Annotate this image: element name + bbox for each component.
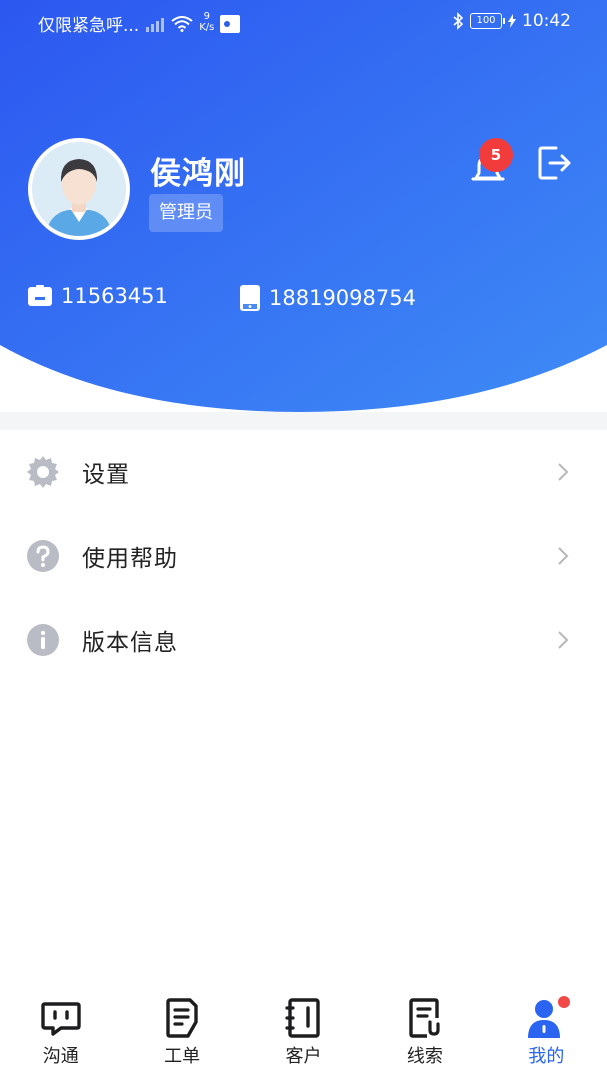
logout-icon — [538, 146, 571, 180]
id-card-icon — [28, 285, 52, 306]
battery-indicator: 100 — [470, 13, 505, 29]
signal-icon — [146, 17, 165, 32]
menu-item-version-info[interactable]: 版本信息 — [0, 598, 607, 682]
menu-label-settings: 设置 — [82, 462, 130, 488]
section-divider — [0, 412, 607, 430]
net-speed-value: 9 — [203, 10, 210, 22]
profile-page: 仅限紧急呼... 9 K/s 100 10:42 侯鸿刚 管理员 5 11563… — [0, 0, 607, 1080]
status-bar: 仅限紧急呼... 9 K/s 100 10:42 — [0, 0, 607, 44]
avatar[interactable] — [28, 138, 130, 240]
menu-item-settings[interactable]: 设置 — [0, 430, 607, 514]
ticket-icon — [166, 998, 198, 1038]
charging-icon — [508, 14, 516, 28]
app-notification-icon — [220, 14, 241, 33]
tab-chat[interactable]: 沟通 — [0, 988, 121, 1080]
user-name: 侯鸿刚 — [150, 156, 246, 192]
clock: 10:42 — [522, 11, 571, 31]
tab-label-leads: 线索 — [406, 1046, 443, 1067]
tab-label-ticket: 工单 — [164, 1046, 201, 1067]
gear-icon — [27, 456, 59, 488]
tab-customer[interactable]: 客户 — [243, 988, 364, 1080]
net-speed: 9 K/s — [199, 11, 214, 33]
chat-icon — [41, 1002, 81, 1036]
bottom-tab-bar: 沟通 工单 客户 线索 我的 — [0, 988, 607, 1080]
chevron-right-icon — [558, 547, 569, 565]
question-icon — [27, 540, 59, 572]
employee-id: 11563451 — [61, 284, 168, 308]
chevron-right-icon — [558, 631, 569, 649]
profile-notification-dot — [558, 996, 571, 1008]
tab-label-chat: 沟通 — [42, 1046, 79, 1067]
net-speed-unit: K/s — [199, 21, 215, 33]
chevron-right-icon — [558, 463, 569, 481]
tab-ticket[interactable]: 工单 — [121, 988, 242, 1080]
menu-label-help: 使用帮助 — [82, 546, 178, 572]
tab-label-customer: 客户 — [285, 1046, 322, 1067]
menu-label-version-info: 版本信息 — [82, 630, 178, 656]
wifi-icon — [171, 15, 193, 32]
settings-menu: 设置 使用帮助 版本信息 — [0, 430, 607, 682]
tab-label-profile: 我的 — [528, 1046, 565, 1067]
avatar-image — [32, 142, 126, 236]
lead-doc-icon — [409, 998, 440, 1038]
bluetooth-icon — [453, 12, 464, 30]
customer-book-icon — [284, 998, 320, 1038]
carrier-text: 仅限紧急呼... — [38, 16, 140, 36]
info-icon — [27, 624, 59, 656]
phone-number: 18819098754 — [269, 286, 416, 310]
tab-profile[interactable]: 我的 — [486, 988, 607, 1080]
employee-id-row: 11563451 — [27, 284, 168, 308]
logout-button[interactable] — [536, 144, 574, 182]
menu-item-help[interactable]: 使用帮助 — [0, 514, 607, 598]
notification-count-badge: 5 — [479, 138, 513, 172]
role-badge: 管理员 — [149, 194, 223, 232]
profile-tab-icon-wrap — [524, 996, 571, 1040]
battery-level: 100 — [476, 15, 496, 26]
tab-leads[interactable]: 线索 — [364, 988, 485, 1080]
phone-icon — [240, 285, 260, 311]
phone-row: 18819098754 — [239, 284, 416, 312]
